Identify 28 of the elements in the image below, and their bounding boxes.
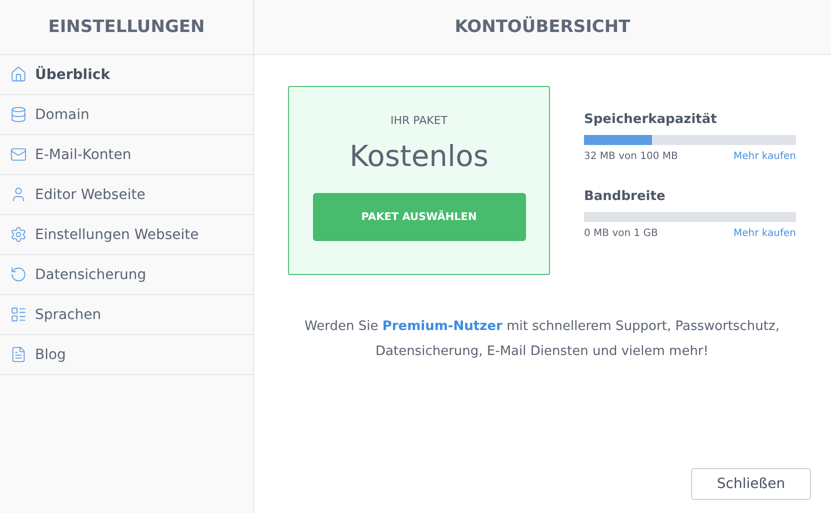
buy-more-link[interactable]: Mehr kaufen [734,228,796,239]
promo-text: Werden Sie Premium-Nutzer mit schnellerem Support, Passwortschutz, Datensicherung, E-Mail Diensten und vielem mehr! [304,318,780,361]
circular-arrow-icon [10,266,27,283]
premium-link[interactable]: Premium-Nutzer [382,319,502,334]
meter-label: Speicherkapazität [584,112,718,127]
mail-icon [10,146,27,163]
sidebar-item[interactable]: Blog [0,335,253,375]
database-icon [10,106,27,123]
document-icon [10,346,27,363]
meter-label: Bandbreite [584,189,666,204]
page-title: KONTOÜBERSICHT [254,0,831,55]
home-icon [10,66,27,83]
sidebar-item[interactable]: Editor Webseite [0,175,253,215]
package-name: Kostenlos [350,139,488,173]
sidebar-item[interactable]: Einstellungen Webseite [0,215,253,255]
settings-icon [10,226,27,243]
table-icon [10,306,27,323]
usage-reading: 0 MB von 1 GB [584,228,658,239]
close-button[interactable]: Schließen [691,468,811,500]
sidebar-item[interactable]: Sprachen [0,295,253,335]
buy-more-link[interactable]: Mehr kaufen [734,151,796,162]
usage-reading: 32 MB von 100 MB [584,151,678,162]
sidebar-item[interactable]: Datensicherung [0,255,253,295]
user-icon [10,186,27,203]
sidebar-item[interactable]: Überblick [0,55,253,95]
sidebar-item[interactable]: E-Mail-Konten [0,135,253,175]
sidebar-item[interactable]: Domain [0,95,253,135]
package-caption: IHR PAKET [390,114,448,127]
